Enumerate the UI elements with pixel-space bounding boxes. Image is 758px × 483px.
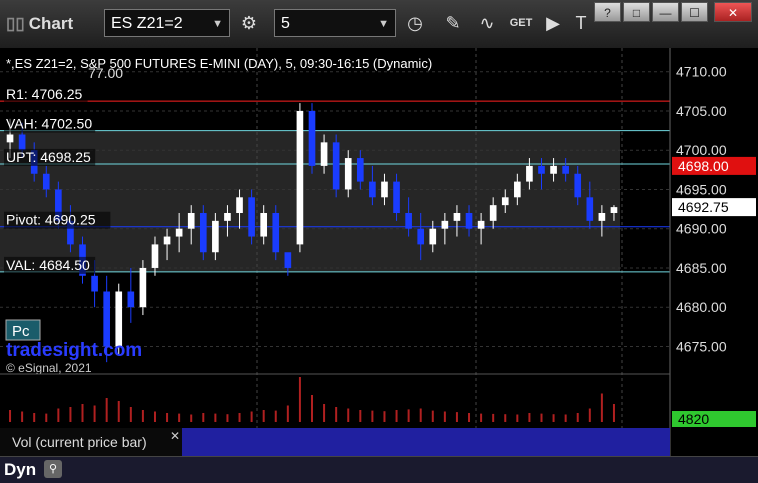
candle-body: [465, 213, 473, 229]
text-tool-icon[interactable]: T: [566, 9, 596, 37]
candle-body: [212, 220, 219, 253]
studies-icon[interactable]: ∿: [472, 9, 502, 37]
candle-body: [139, 267, 147, 308]
watermark: tradesight.com: [6, 340, 142, 361]
candle-body: [514, 181, 521, 198]
candle-body: [18, 134, 26, 151]
price-tag-label: 4692.75: [678, 199, 729, 215]
y-tick-label: 4690.00: [676, 221, 727, 237]
y-tick-label: 4705.00: [676, 103, 727, 119]
restore-button[interactable]: □: [623, 2, 650, 22]
level-label-val: VAL: 4684.50: [6, 257, 90, 273]
candle-body: [526, 165, 533, 182]
candle-body: [538, 165, 545, 174]
gear-icon[interactable]: ⚙: [234, 9, 264, 37]
y-tick-label: 4680.00: [676, 299, 727, 315]
candle-body: [369, 181, 376, 198]
interval-value: 5: [281, 15, 290, 32]
candle-body: [296, 110, 304, 245]
candle-body: [199, 213, 207, 253]
app-title-text: Chart: [28, 14, 74, 33]
candle-body: [489, 205, 497, 221]
y-tick-label: 4710.00: [676, 64, 727, 80]
candle-body: [236, 197, 243, 213]
pencil-icon[interactable]: ✎: [438, 9, 468, 37]
candle-body: [393, 181, 400, 213]
status-bar: Dyn ⚲: [0, 456, 758, 483]
price-chart[interactable]: 4710.00 4705.00 4700.00 4695.00 4690.00 4685.…: [0, 48, 758, 456]
candle-body: [453, 213, 461, 221]
candle-body: [574, 173, 582, 198]
candle-body: [405, 213, 412, 229]
y-tick-label: 4675.00: [676, 338, 727, 354]
candle-body: [586, 197, 594, 221]
candle-body: [344, 158, 352, 190]
get-icon[interactable]: GET: [506, 9, 536, 37]
candle-body: [187, 213, 195, 229]
grip-icon: ▯▯: [6, 14, 25, 33]
y-tick-label: 4695.00: [676, 181, 727, 197]
price-tag-label: 4698.00: [678, 158, 729, 174]
close-icon[interactable]: ✕: [170, 429, 180, 443]
level-label-r1: R1: 4706.25: [6, 86, 82, 102]
volume-panel-label: Vol (current price bar): [12, 434, 147, 450]
candle-body: [417, 228, 425, 245]
lock-icon[interactable]: ⚲: [44, 460, 62, 478]
maximize-button[interactable]: ☐: [681, 2, 708, 22]
window-titlebar: ▯▯ Chart ES Z21=2 ▼ ⚙ 5 ▼ ◷ ✎ ∿ GET ▶ T ? □…: [0, 0, 758, 49]
minimize-button[interactable]: —: [652, 2, 679, 22]
clock-icon[interactable]: ◷: [400, 9, 430, 37]
extra-level-label: 77.00: [88, 65, 123, 81]
candle-body: [163, 236, 171, 245]
candle-body: [501, 197, 509, 206]
candle-body: [381, 181, 388, 198]
candle-body: [610, 207, 618, 213]
y-tick-label: 4700.00: [676, 142, 727, 158]
candle-body: [91, 275, 98, 292]
candle-body: [248, 197, 255, 237]
candle-body: [332, 142, 340, 190]
candle-body: [272, 213, 280, 253]
chart-description: *,ES Z21=2, S&P 500 FUTURES E-MINI (DAY)…: [6, 56, 432, 71]
candle-body: [320, 142, 328, 166]
candle-body: [441, 220, 449, 229]
candle-body: [127, 291, 135, 308]
candle-body: [260, 213, 268, 237]
volume-last-value: 4820: [678, 411, 709, 427]
y-tick-label: 4685.00: [676, 260, 727, 276]
candle-body: [477, 220, 485, 229]
candle-body: [42, 173, 50, 190]
copyright: © eSignal, 2021: [6, 361, 92, 375]
chevron-down-icon: ▼: [378, 18, 389, 30]
candle-body: [550, 165, 557, 174]
interval-input[interactable]: 5 ▼: [274, 9, 396, 37]
dynamic-mode[interactable]: Dyn: [4, 460, 36, 480]
candle-body: [115, 291, 123, 347]
symbol-value: ES Z21=2: [111, 15, 183, 32]
pc-label: Pc: [12, 323, 30, 340]
candle-body: [356, 158, 364, 182]
candle-body: [429, 228, 437, 245]
candle-body: [103, 291, 110, 347]
candle-body: [224, 213, 231, 221]
help-button[interactable]: ?: [594, 2, 621, 22]
level-label-upt: UPT: 4698.25: [6, 149, 91, 165]
level-label-pivot: Pivot: 4690.25: [6, 212, 96, 228]
candle-body: [598, 213, 606, 221]
candle-body: [151, 244, 159, 268]
candle-body: [175, 228, 183, 237]
candle-body: [308, 110, 316, 166]
candle-body: [6, 134, 14, 143]
app-title: ▯▯ Chart: [6, 14, 73, 34]
volume-strip: [182, 428, 670, 456]
candle-body: [562, 165, 569, 174]
candle-body: [284, 252, 292, 268]
chevron-down-icon: ▼: [212, 18, 223, 30]
symbol-input[interactable]: ES Z21=2 ▼: [104, 9, 230, 37]
level-label-vah: VAH: 4702.50: [6, 116, 92, 132]
close-button[interactable]: ✕: [714, 2, 752, 22]
play-icon[interactable]: ▶: [538, 9, 568, 37]
